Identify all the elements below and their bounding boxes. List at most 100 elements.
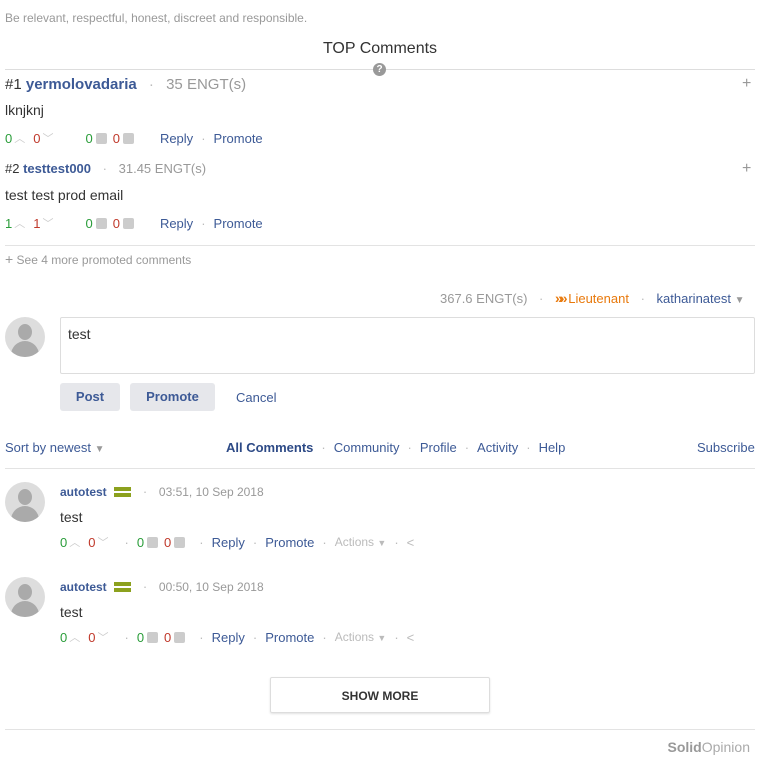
dislike-count: 0	[164, 629, 172, 645]
rank-badge-icon	[114, 582, 132, 593]
show-more-button[interactable]: SHOW MORE	[270, 677, 490, 713]
promote-link[interactable]: Promote	[265, 630, 314, 645]
downvote-count: 0	[88, 534, 96, 550]
cancel-button[interactable]: Cancel	[236, 390, 276, 405]
share-icon[interactable]: <	[407, 535, 415, 550]
chevron-down-icon[interactable]: ﹀	[42, 130, 53, 146]
thumbs-down-icon[interactable]	[174, 536, 186, 548]
plus-icon[interactable]: +	[742, 75, 751, 93]
actions-label: Actions	[334, 535, 375, 549]
promote-link[interactable]: Promote	[214, 131, 263, 146]
sort-label: Sort by newest	[5, 440, 91, 455]
comment-header: autotest · 00:50, 10 Sep 2018	[60, 579, 264, 594]
thumbs-up-icon[interactable]	[95, 217, 107, 229]
divider	[5, 729, 755, 730]
brand-solid: Solid	[667, 739, 702, 755]
upvote-count: 0	[60, 534, 68, 550]
top-comment-user[interactable]: yermolovadaria	[26, 76, 137, 93]
chevron-down-icon: ▼	[94, 444, 105, 455]
tab-activity[interactable]: Activity	[477, 440, 518, 455]
chevron-up-icon[interactable]: ︿	[14, 215, 25, 231]
thumbs-down-icon[interactable]	[122, 132, 134, 144]
comment-text: test	[60, 509, 83, 525]
comment-time: 03:51, 10 Sep 2018	[158, 485, 264, 499]
dislike-count: 0	[112, 215, 120, 231]
plus-icon: +	[5, 251, 14, 267]
actions-dropdown[interactable]: Actions ▼	[335, 535, 387, 549]
tab-community[interactable]: Community	[334, 440, 400, 455]
like-count: 0	[85, 215, 93, 231]
thumbs-down-icon[interactable]	[174, 631, 186, 643]
reply-link[interactable]: Reply	[212, 535, 245, 550]
like-count: 0	[136, 534, 145, 550]
dislike-count: 0	[112, 130, 120, 146]
thumbs-up-icon[interactable]	[147, 631, 159, 643]
comment-header: autotest · 03:51, 10 Sep 2018	[60, 484, 264, 499]
brand-opinion: Opinion	[701, 739, 750, 755]
top-comment-rank: #2	[5, 161, 20, 176]
comment-tabs: All Comments · Community · Profile · Activi…	[226, 440, 566, 455]
username: katharinatest	[656, 291, 731, 306]
comment-input[interactable]: test	[60, 317, 755, 374]
tab-all-comments[interactable]: All Comments	[226, 440, 313, 455]
chevron-down-icon: ▼	[377, 633, 387, 643]
top-comment-votes: 1 ︿ 1 ﹀ 0 0 Reply · Promote	[5, 215, 263, 231]
like-count: 0	[136, 629, 145, 645]
see-more-promoted-link[interactable]: + See 4 more promoted comments	[5, 251, 191, 267]
promote-link[interactable]: Promote	[214, 216, 263, 231]
rank-chevrons-icon: »»	[555, 290, 567, 306]
thumbs-up-icon[interactable]	[147, 536, 159, 548]
top-comment-amount: 35 ENGT(s)	[166, 76, 247, 93]
upvote-count: 0	[5, 130, 13, 146]
comment-user[interactable]: autotest	[60, 580, 107, 594]
username-menu[interactable]: katharinatest ▼	[657, 291, 745, 306]
reply-link[interactable]: Reply	[212, 630, 245, 645]
top-comment-user[interactable]: testtest000	[23, 161, 91, 176]
chevron-down-icon: ▼	[734, 295, 745, 306]
upvote-count: 1	[5, 215, 13, 231]
actions-dropdown[interactable]: Actions ▼	[335, 630, 387, 644]
avatar-icon	[5, 482, 45, 522]
reply-link[interactable]: Reply	[160, 216, 193, 231]
chevron-down-icon[interactable]: ﹀	[97, 534, 108, 550]
chevron-up-icon[interactable]: ︿	[69, 629, 80, 645]
divider	[5, 245, 755, 246]
top-comment-votes: 0 ︿ 0 ﹀ 0 0 Reply · Promote	[5, 130, 263, 146]
chevron-up-icon[interactable]: ︿	[14, 130, 25, 146]
tab-help[interactable]: Help	[539, 440, 566, 455]
see-more-promoted-label: See 4 more promoted comments	[16, 253, 192, 267]
account-bar: 367.6 ENGT(s) · »» Lieutenant · katharin…	[440, 290, 745, 306]
comment-votes: 0 ︿ 0 ﹀ · 0 0 · Reply · Promote · Action…	[60, 629, 415, 645]
chevron-down-icon[interactable]: ﹀	[42, 215, 53, 231]
top-comment-amount: 31.45 ENGT(s)	[118, 161, 207, 176]
reply-link[interactable]: Reply	[160, 131, 193, 146]
top-comments-title: TOP Comments	[322, 40, 438, 57]
downvote-count: 0	[88, 629, 96, 645]
promote-link[interactable]: Promote	[265, 535, 314, 550]
divider	[5, 468, 755, 469]
user-rank: Lieutenant	[568, 291, 629, 306]
share-icon[interactable]: <	[407, 630, 415, 645]
promote-button[interactable]: Promote	[130, 383, 215, 411]
tab-profile[interactable]: Profile	[420, 440, 457, 455]
downvote-count: 0	[33, 130, 41, 146]
subscribe-link[interactable]: Subscribe	[697, 440, 755, 455]
comment-user[interactable]: autotest	[60, 485, 107, 499]
top-comment-header: #2 testtest000 · 31.45 ENGT(s)	[5, 161, 207, 176]
sort-dropdown[interactable]: Sort by newest ▼	[5, 440, 105, 455]
avatar-icon	[5, 317, 45, 357]
thumbs-up-icon[interactable]	[95, 132, 107, 144]
chevron-down-icon[interactable]: ﹀	[97, 629, 108, 645]
help-icon[interactable]: ?	[373, 63, 386, 76]
comment-text: test	[60, 604, 83, 620]
post-button[interactable]: Post	[60, 383, 120, 411]
top-comment-text: lknjknj	[5, 102, 44, 118]
plus-icon[interactable]: +	[742, 160, 751, 178]
chevron-up-icon[interactable]: ︿	[69, 534, 80, 550]
community-guidelines: Be relevant, respectful, honest, discree…	[5, 11, 308, 25]
avatar-icon	[5, 577, 45, 617]
thumbs-down-icon[interactable]	[122, 217, 134, 229]
like-count: 0	[85, 130, 93, 146]
brand-logo[interactable]: SolidOpinion	[668, 739, 751, 755]
top-comment-text: test test prod email	[5, 187, 124, 203]
